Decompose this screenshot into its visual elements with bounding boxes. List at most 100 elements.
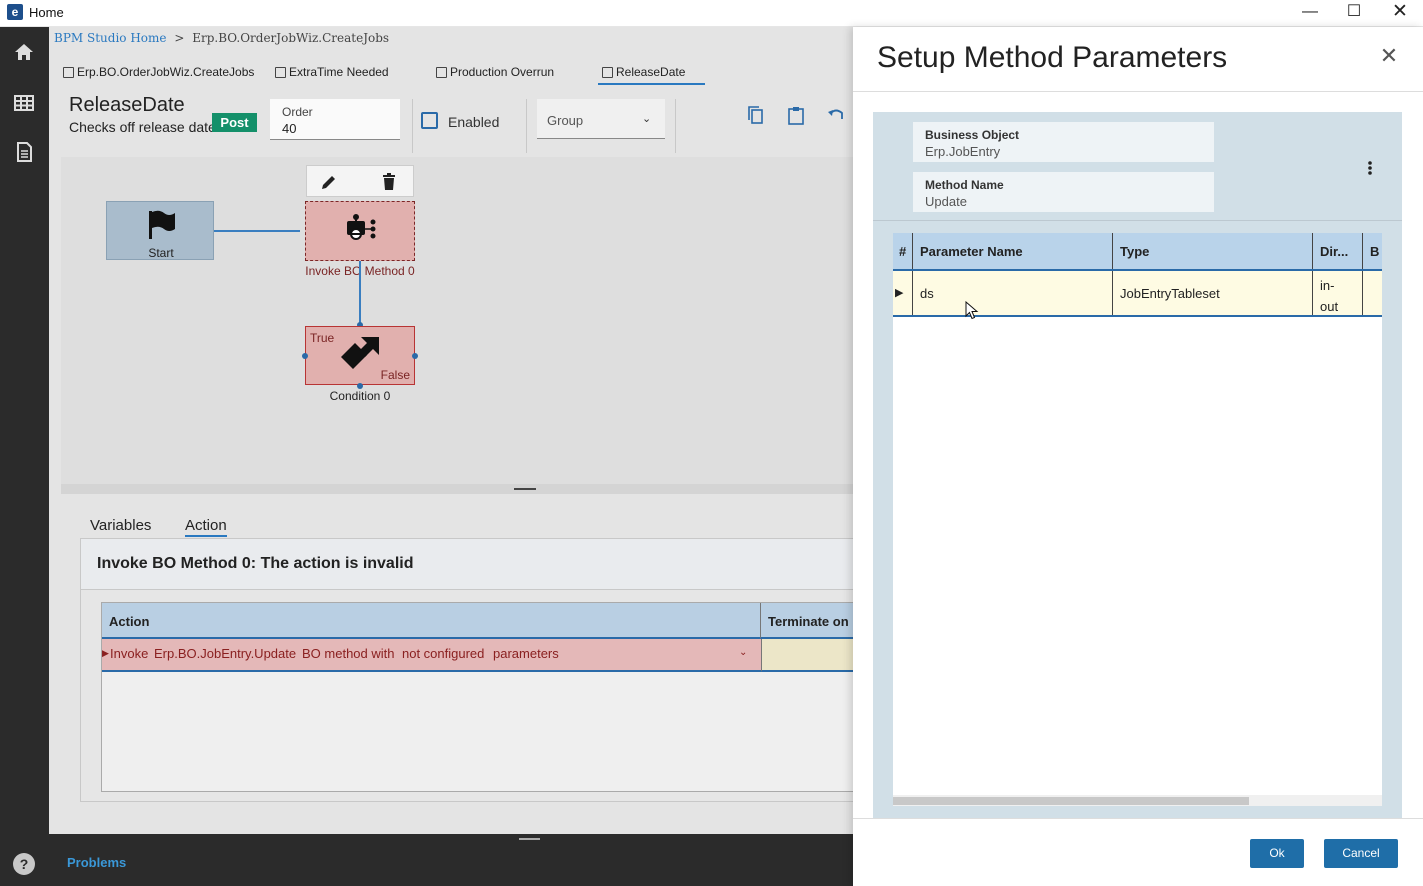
left-sidebar xyxy=(0,27,49,886)
condition-icon xyxy=(341,337,379,369)
business-object-value: Erp.JobEntry xyxy=(925,144,1001,159)
enabled-checkbox[interactable] xyxy=(421,112,438,129)
document-tab-icon xyxy=(275,67,286,78)
column-header-action[interactable]: Action xyxy=(102,603,761,639)
column-header-terminate[interactable]: Terminate on Error xyxy=(761,603,853,639)
order-label: Order xyxy=(282,105,313,119)
order-field[interactable]: Order 40 xyxy=(270,99,400,140)
undo-icon[interactable] xyxy=(826,105,846,125)
window-title: Home xyxy=(29,5,64,20)
problems-handle[interactable] xyxy=(519,838,540,840)
breadcrumb-current: Erp.BO.OrderJobWiz.CreateJobs xyxy=(192,31,390,45)
parameter-type-cell[interactable]: JobEntryTableset xyxy=(1113,271,1313,315)
document-tab-icon xyxy=(602,67,613,78)
dialog-divider xyxy=(853,91,1423,92)
action-header: Invoke BO Method 0: The action is invali… xyxy=(81,539,853,590)
document-icon[interactable] xyxy=(12,140,36,164)
tab-label: Erp.BO.OrderJobWiz.CreateJobs xyxy=(77,65,255,79)
tab-action[interactable]: Action xyxy=(185,517,227,537)
connector-line xyxy=(359,261,361,325)
parameter-direction-cell[interactable]: in- out xyxy=(1313,271,1363,315)
enabled-label: Enabled xyxy=(448,114,500,130)
breadcrumb: BPM Studio Home > Erp.BO.OrderJobWiz.Cre… xyxy=(54,31,389,45)
order-value[interactable]: 40 xyxy=(282,121,296,136)
action-text: parameters xyxy=(493,646,559,661)
parameter-b-cell[interactable] xyxy=(1363,271,1382,315)
problems-tab[interactable]: Problems xyxy=(67,855,126,870)
tab-production-overrun[interactable]: Production Overrun xyxy=(432,61,554,85)
method-name-label: Method Name xyxy=(925,178,1004,192)
dialog-divider xyxy=(853,818,1423,819)
row-indicator-icon: ▶ xyxy=(893,271,913,315)
paste-icon[interactable] xyxy=(786,105,806,125)
column-header-type[interactable]: Type xyxy=(1113,233,1313,269)
tab-bar: Erp.BO.OrderJobWiz.CreateJobs ExtraTime … xyxy=(49,61,853,85)
column-header-parameter-name[interactable]: Parameter Name xyxy=(913,233,1113,269)
header-separator xyxy=(675,99,676,153)
action-grid: Action Terminate on Error ▶ Invoke Erp.B… xyxy=(101,602,853,792)
invoke-method-icon xyxy=(347,214,376,240)
column-header-direction[interactable]: Dir... xyxy=(1313,233,1363,269)
tab-extratime-needed[interactable]: ExtraTime Needed xyxy=(271,61,389,85)
action-text: BO method with xyxy=(302,646,395,661)
home-icon[interactable] xyxy=(12,40,36,64)
main-panel: BPM Studio Home > Erp.BO.OrderJobWiz.Cre… xyxy=(49,27,853,834)
setup-method-parameters-dialog: Setup Method Parameters ✕ Business Objec… xyxy=(853,27,1423,886)
column-header-index[interactable]: # xyxy=(893,233,913,269)
connector-line xyxy=(214,230,300,232)
table-tab-icon xyxy=(63,67,74,78)
maximize-button[interactable]: ☐ xyxy=(1331,0,1377,24)
parameter-name-cell[interactable]: ds xyxy=(913,271,1113,315)
page-description: Checks off release date xyxy=(69,119,216,135)
dialog-body: Business Object Erp.JobEntry Method Name… xyxy=(873,112,1402,818)
node-toolbar xyxy=(306,165,414,197)
breadcrumb-separator: > xyxy=(174,31,185,45)
close-icon[interactable]: ✕ xyxy=(1378,45,1400,67)
group-select[interactable]: Group ⌄ xyxy=(537,99,665,139)
trash-icon[interactable] xyxy=(379,172,399,192)
terminate-cell[interactable] xyxy=(761,639,853,672)
business-object-label: Business Object xyxy=(925,128,1020,142)
action-row[interactable]: ▶ Invoke Erp.BO.JobEntry.Update BO metho… xyxy=(102,639,761,672)
pencil-icon[interactable] xyxy=(319,172,339,192)
business-object-field: Business Object Erp.JobEntry xyxy=(913,122,1214,162)
breadcrumb-home-link[interactable]: BPM Studio Home xyxy=(54,31,167,45)
tab-createjobs[interactable]: Erp.BO.OrderJobWiz.CreateJobs xyxy=(59,61,254,85)
tab-label: ExtraTime Needed xyxy=(289,65,389,79)
title-bar: e Home — ☐ ✕ xyxy=(0,0,1423,27)
tab-label: ReleaseDate xyxy=(616,65,686,79)
copy-icon[interactable] xyxy=(746,105,766,125)
header-separator xyxy=(412,99,413,153)
document-tab-icon xyxy=(436,67,447,78)
tab-releasedate[interactable]: ReleaseDate xyxy=(598,61,705,85)
action-parameters-link[interactable]: not configured xyxy=(402,646,484,661)
horizontal-scrollbar[interactable] xyxy=(893,795,1382,806)
action-method-link[interactable]: Erp.BO.JobEntry.Update xyxy=(154,646,296,661)
scrollbar-thumb[interactable] xyxy=(893,797,1249,805)
problems-panel: Problems xyxy=(49,834,853,886)
more-options-icon[interactable] xyxy=(1367,160,1373,176)
cancel-button[interactable]: Cancel xyxy=(1324,839,1398,868)
condition-node[interactable]: True False xyxy=(305,326,415,385)
flag-icon xyxy=(149,210,175,239)
chevron-down-icon[interactable]: ⌄ xyxy=(739,647,747,658)
table-icon[interactable] xyxy=(12,91,36,115)
divider-handle[interactable] xyxy=(514,488,536,490)
post-badge: Post xyxy=(212,113,257,132)
help-icon[interactable]: ? xyxy=(13,853,35,875)
condition-false-label: False xyxy=(380,368,410,382)
tab-variables[interactable]: Variables xyxy=(90,517,151,534)
parameters-grid: # Parameter Name Type Dir... B ▶ ds JobE… xyxy=(893,233,1382,806)
connection-port[interactable] xyxy=(302,353,308,359)
ok-button[interactable]: Ok xyxy=(1250,839,1304,868)
condition-node-label: Condition 0 xyxy=(329,389,391,403)
page-title: ReleaseDate xyxy=(69,94,185,116)
invoke-bo-method-node[interactable] xyxy=(305,201,415,261)
connection-port[interactable] xyxy=(412,353,418,359)
minimize-button[interactable]: — xyxy=(1287,0,1333,24)
panel-divider[interactable] xyxy=(61,484,853,494)
start-node[interactable]: Start xyxy=(106,201,214,260)
window-close-button[interactable]: ✕ xyxy=(1377,0,1423,24)
column-header-b[interactable]: B xyxy=(1363,233,1382,269)
dialog-title: Setup Method Parameters xyxy=(877,41,1228,74)
